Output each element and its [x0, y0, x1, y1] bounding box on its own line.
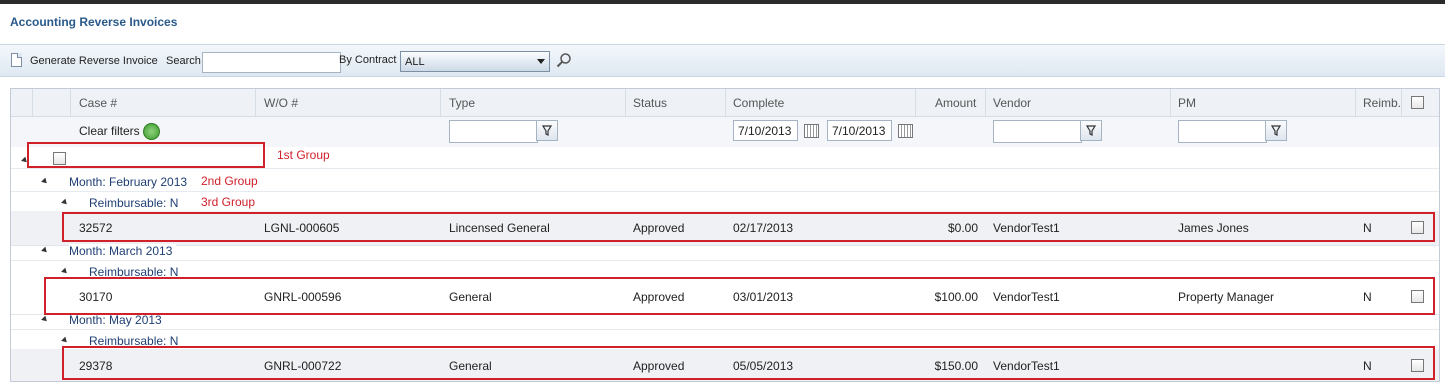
expand-triangle-icon[interactable] — [41, 177, 49, 186]
column-case[interactable]: Case # — [79, 96, 117, 110]
group-reimbursable-label: Reimbursable: N — [89, 196, 183, 210]
contract-select-value: ALL — [405, 56, 425, 68]
vendor-filter-button[interactable] — [1080, 120, 1102, 141]
filter-icon — [1270, 125, 1282, 136]
column-vendor[interactable]: Vendor — [993, 96, 1031, 110]
annotation-second-group: 2nd Group — [201, 174, 258, 188]
top-bar — [0, 0, 1445, 4]
highlight-box-first-group — [27, 142, 265, 168]
chevron-down-icon — [537, 59, 545, 64]
column-reimb[interactable]: Reimb. — [1363, 96, 1401, 110]
column-status[interactable]: Status — [633, 96, 667, 110]
vendor-filter-input[interactable] — [993, 120, 1082, 143]
annotation-first-group: 1st Group — [277, 148, 330, 162]
calendar-icon[interactable] — [898, 124, 913, 138]
generate-reverse-invoice-button[interactable]: Generate Reverse Invoice — [30, 55, 158, 67]
contract-select[interactable]: ALL — [400, 51, 550, 72]
search-input[interactable] — [202, 52, 341, 73]
clear-filters-label[interactable]: Clear filters — [79, 124, 140, 138]
expand-triangle-icon[interactable] — [61, 198, 69, 207]
column-amount[interactable]: Amount — [935, 96, 976, 110]
expand-triangle-icon[interactable] — [61, 267, 69, 276]
filter-icon — [1085, 125, 1097, 136]
column-complete[interactable]: Complete — [733, 96, 784, 110]
expand-triangle-icon[interactable] — [61, 336, 69, 345]
group-month-label: Month: May 2013 — [69, 313, 166, 327]
highlight-box-row-2 — [44, 277, 1435, 315]
complete-to-value: 7/10/2013 — [832, 124, 886, 138]
type-filter-button[interactable] — [536, 120, 558, 141]
expand-triangle-icon[interactable] — [41, 246, 49, 255]
select-all-checkbox[interactable] — [1411, 96, 1424, 109]
expand-triangle-icon[interactable] — [41, 315, 49, 324]
grid-header: Case # W/O # Type Status Complete Amount… — [11, 89, 1439, 117]
refresh-icon[interactable] — [143, 123, 160, 140]
pm-filter-input[interactable] — [1178, 120, 1267, 143]
column-wo[interactable]: W/O # — [264, 96, 298, 110]
search-icon[interactable] — [556, 52, 572, 68]
group-month-label: Month: February 2013 — [69, 175, 192, 189]
highlight-box-row-1 — [62, 212, 1435, 242]
group-month-label: Month: March 2013 — [69, 244, 177, 258]
column-pm[interactable]: PM — [1178, 96, 1196, 110]
complete-to-input[interactable]: 7/10/2013 — [827, 120, 892, 141]
filter-icon — [541, 125, 553, 136]
toolbar: Generate Reverse Invoice Search By Contr… — [0, 44, 1445, 77]
by-contract-label: By Contract — [339, 54, 397, 66]
search-label: Search — [166, 55, 201, 67]
calendar-icon[interactable] — [804, 124, 819, 138]
page-title: Accounting Reverse Invoices — [10, 15, 178, 29]
pm-filter-button[interactable] — [1265, 120, 1287, 141]
document-icon[interactable] — [11, 53, 22, 67]
type-filter-input[interactable] — [449, 120, 538, 143]
highlight-box-row-3 — [62, 346, 1435, 380]
column-type[interactable]: Type — [449, 96, 475, 110]
annotation-third-group: 3rd Group — [201, 195, 256, 209]
complete-from-value: 7/10/2013 — [738, 124, 792, 138]
complete-from-input[interactable]: 7/10/2013 — [733, 120, 798, 141]
group-header-month: Month: March 2013 — [11, 240, 1439, 261]
